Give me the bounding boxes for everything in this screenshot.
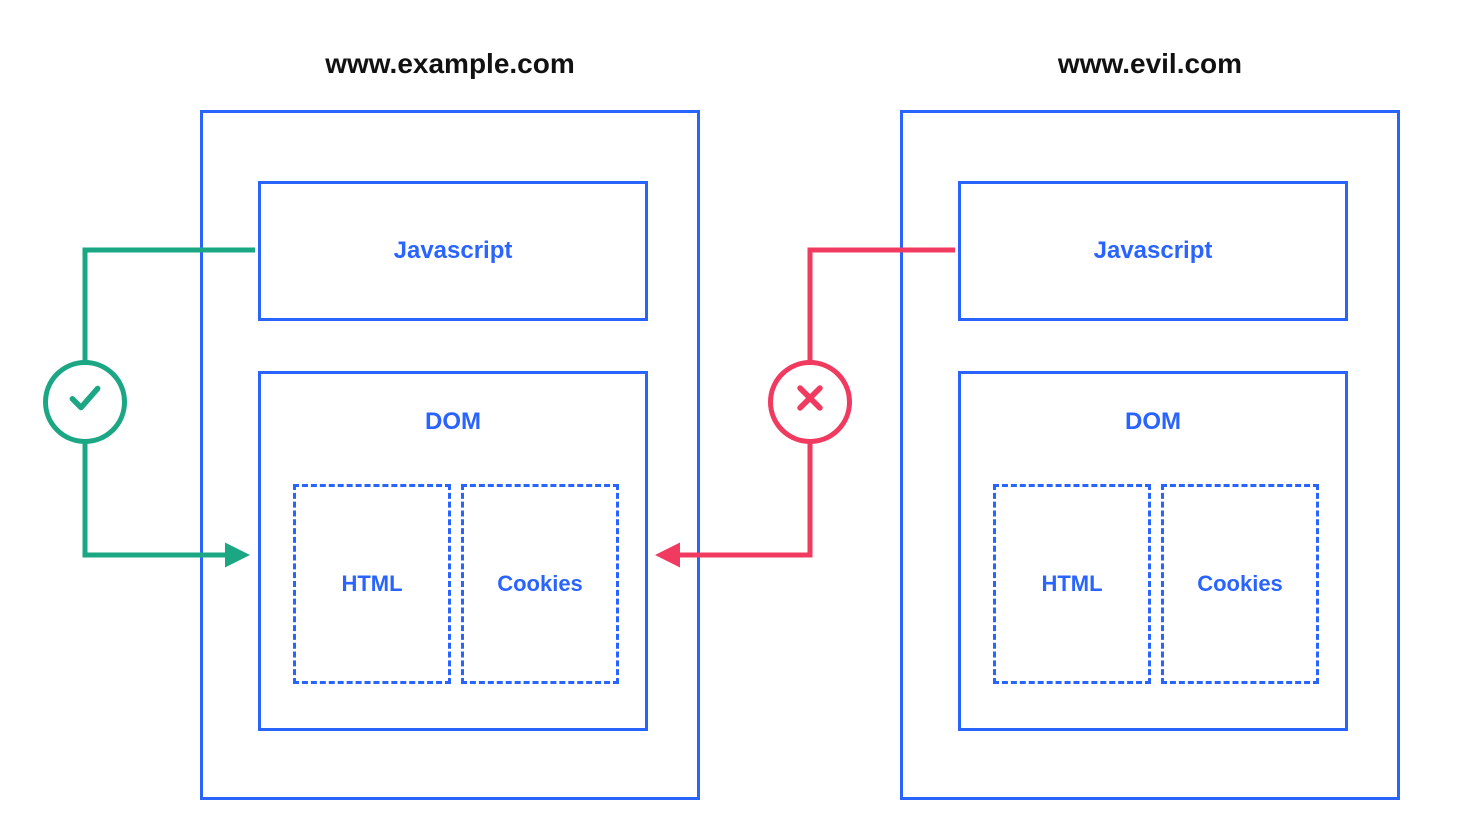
container-example: Javascript DOM HTML Cookies	[200, 110, 700, 800]
badge-blocked	[768, 360, 852, 444]
box-html-left: HTML	[293, 484, 451, 684]
box-dom-left: DOM HTML Cookies	[258, 371, 648, 731]
box-javascript-right: Javascript	[958, 181, 1348, 321]
label-cookies-left: Cookies	[497, 571, 583, 597]
label-html-right: HTML	[1041, 571, 1102, 597]
box-javascript-left: Javascript	[258, 181, 648, 321]
cross-icon	[793, 381, 827, 424]
label-javascript-right: Javascript	[1094, 237, 1213, 265]
box-cookies-right: Cookies	[1161, 484, 1319, 684]
label-dom-left: DOM	[261, 408, 645, 436]
box-html-right: HTML	[993, 484, 1151, 684]
title-left: www.example.com	[200, 48, 700, 80]
label-javascript-left: Javascript	[394, 237, 513, 265]
check-icon	[66, 379, 104, 426]
box-dom-right: DOM HTML Cookies	[958, 371, 1348, 731]
box-cookies-left: Cookies	[461, 484, 619, 684]
diagram-canvas: www.example.com www.evil.com Javascript …	[0, 0, 1482, 840]
label-html-left: HTML	[341, 571, 402, 597]
label-cookies-right: Cookies	[1197, 571, 1283, 597]
label-dom-right: DOM	[961, 408, 1345, 436]
container-evil: Javascript DOM HTML Cookies	[900, 110, 1400, 800]
title-right: www.evil.com	[900, 48, 1400, 80]
badge-allowed	[43, 360, 127, 444]
